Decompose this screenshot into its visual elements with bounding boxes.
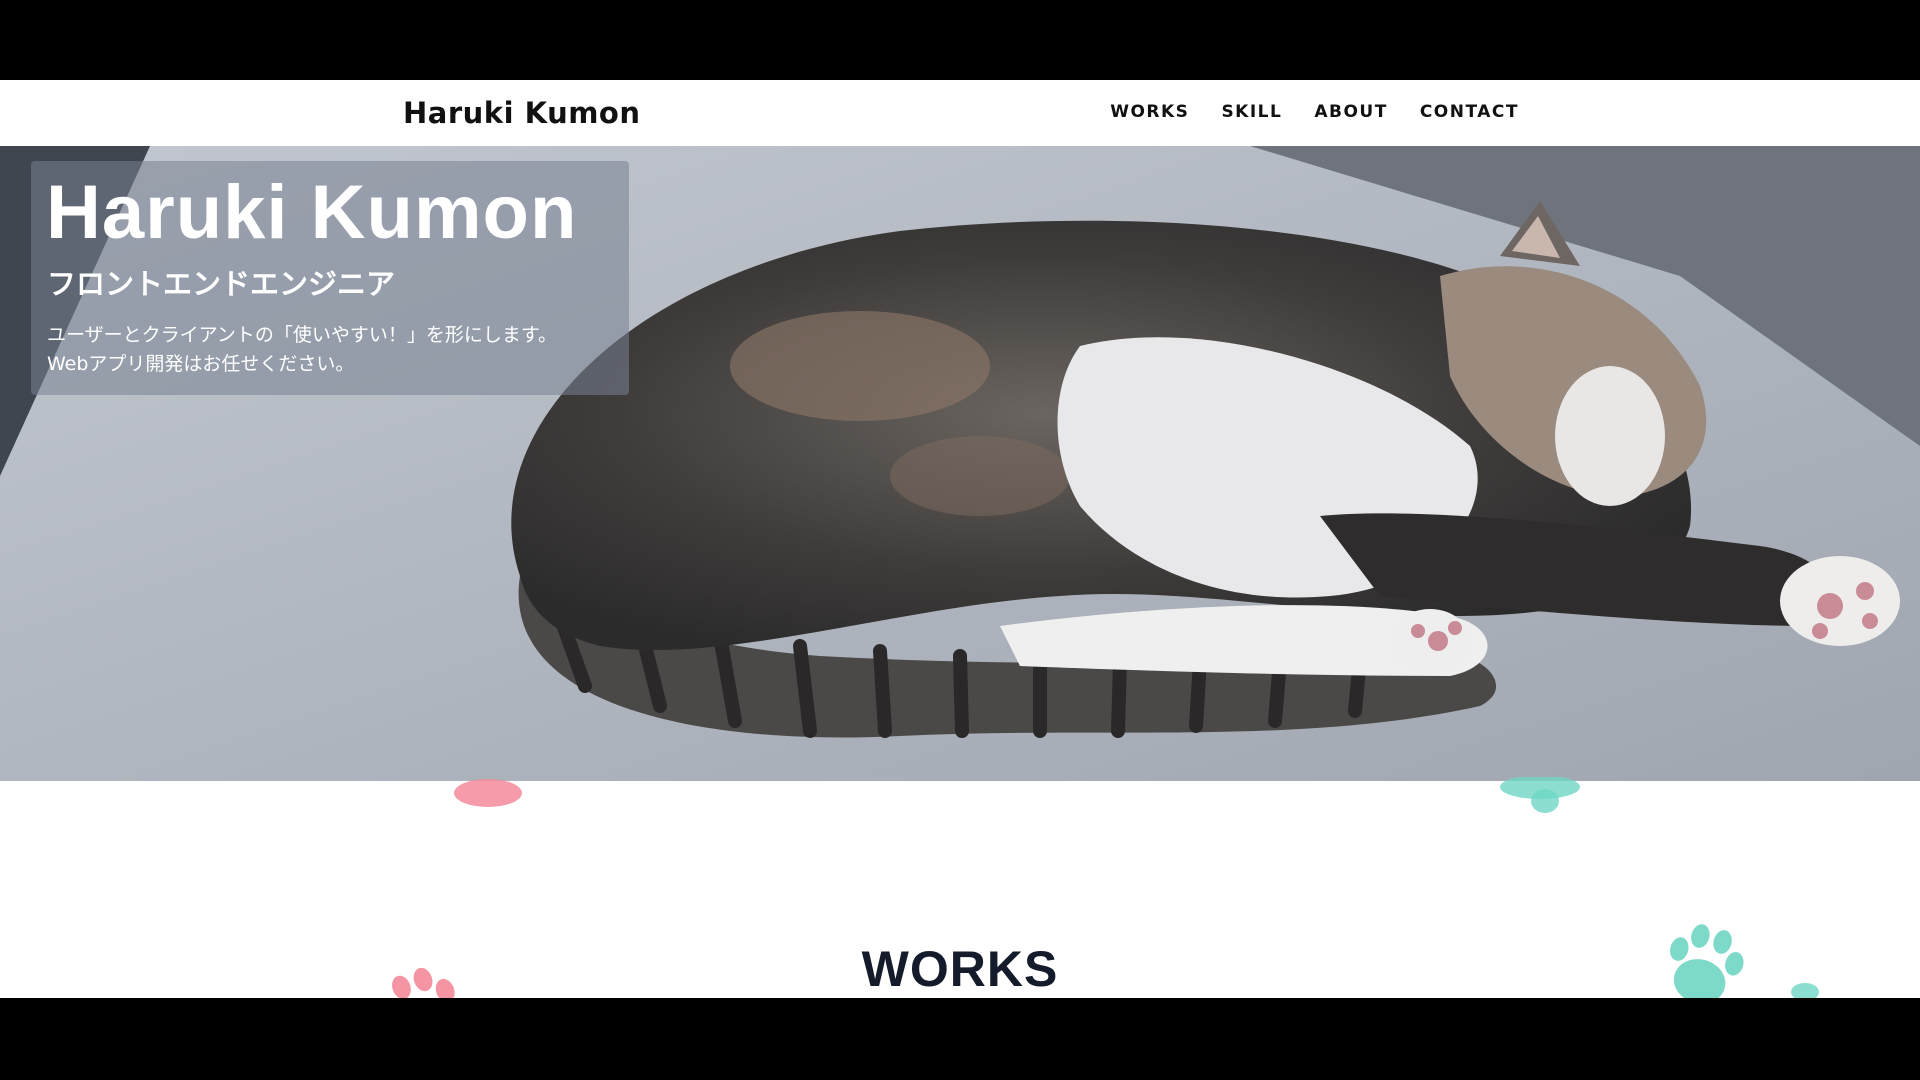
nav-contact-link[interactable]: CONTACT <box>1420 102 1519 122</box>
hero-description-line: Webアプリ開発はお任せください。 <box>47 353 355 375</box>
site-logo[interactable]: Haruki Kumon <box>403 96 641 130</box>
hero-title: Haruki Kumon <box>46 170 578 255</box>
nav-skill-link[interactable]: SKILL <box>1221 102 1282 122</box>
paw-print-icon <box>454 779 522 807</box>
main-nav: WORKS SKILL ABOUT CONTACT <box>1110 102 1519 122</box>
works-section-heading: WORKS <box>861 941 1059 997</box>
hero-section: Haruki Kumon フロントエンドエンジニア ユーザーとクライアントの「使… <box>0 146 1920 781</box>
paw-print-icon <box>1500 777 1580 813</box>
page: Haruki Kumon WORKS SKILL ABOUT CONTACT H… <box>0 80 1920 998</box>
nav-about-link[interactable]: ABOUT <box>1314 102 1387 122</box>
hero-role: フロントエンドエンジニア <box>47 267 396 301</box>
letterbox-top <box>0 0 1920 80</box>
site-header: Haruki Kumon WORKS SKILL ABOUT CONTACT <box>0 80 1920 146</box>
nav-works-link[interactable]: WORKS <box>1110 102 1189 122</box>
hero-intro-card: Haruki Kumon フロントエンドエンジニア ユーザーとクライアントの「使… <box>31 161 629 395</box>
hero-description-line: ユーザーとクライアントの「使いやすい！」を形にします。 <box>47 324 557 346</box>
letterbox-bottom <box>0 998 1920 1080</box>
hero-description: ユーザーとクライアントの「使いやすい！」を形にします。 Webアプリ開発はお任せ… <box>47 321 557 379</box>
